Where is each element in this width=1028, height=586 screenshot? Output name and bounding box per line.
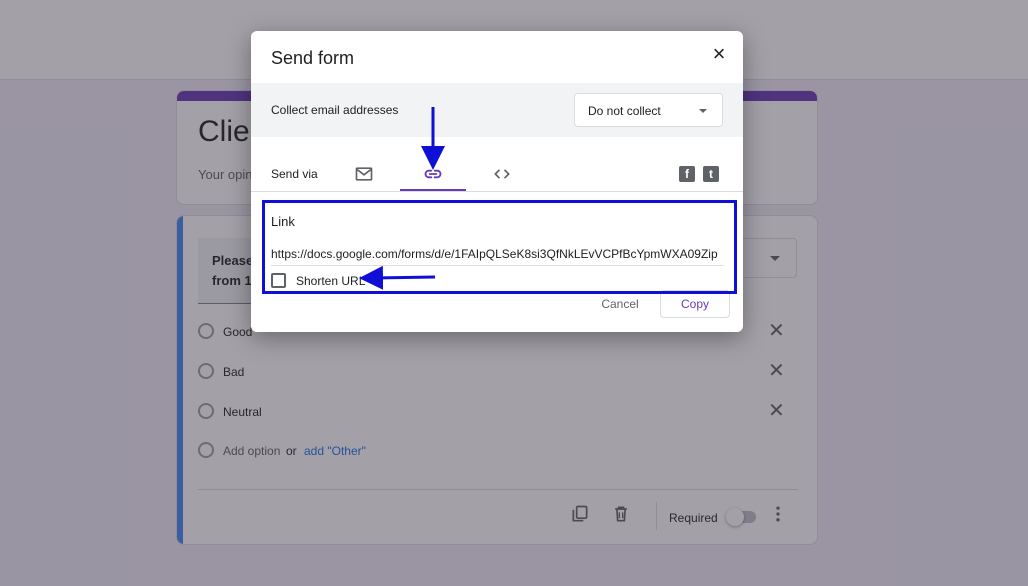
collect-email-row: Collect email addresses Do not collect <box>251 83 743 137</box>
tab-email[interactable] <box>331 153 397 191</box>
collect-email-label: Collect email addresses <box>271 103 399 117</box>
send-via-label: Send via <box>271 167 318 181</box>
send-form-dialog: Send form × Collect email addresses Do n… <box>251 31 743 332</box>
collect-email-select[interactable]: Do not collect <box>574 93 723 127</box>
chevron-down-icon <box>699 109 707 113</box>
dialog-title: Send form <box>271 48 355 68</box>
send-via-row: Send via f t <box>251 149 743 192</box>
collect-email-select-value: Do not collect <box>588 104 661 118</box>
tab-link[interactable] <box>400 153 466 191</box>
link-icon <box>424 169 442 179</box>
mail-icon <box>355 167 373 181</box>
facebook-icon[interactable]: f <box>679 166 695 182</box>
close-icon[interactable]: × <box>707 43 731 67</box>
link-url-field[interactable]: https://docs.google.com/forms/d/e/1FAIpQ… <box>271 247 723 261</box>
tab-embed[interactable] <box>469 153 535 191</box>
shorten-url-label[interactable]: Shorten URL <box>296 274 365 288</box>
code-icon <box>494 169 510 179</box>
cancel-button[interactable]: Cancel <box>590 290 650 318</box>
copy-button[interactable]: Copy <box>660 290 730 318</box>
twitter-icon[interactable]: t <box>703 166 719 182</box>
link-section-label: Link <box>271 214 295 229</box>
link-url-underline <box>271 265 723 266</box>
checkbox-icon[interactable] <box>271 273 286 288</box>
